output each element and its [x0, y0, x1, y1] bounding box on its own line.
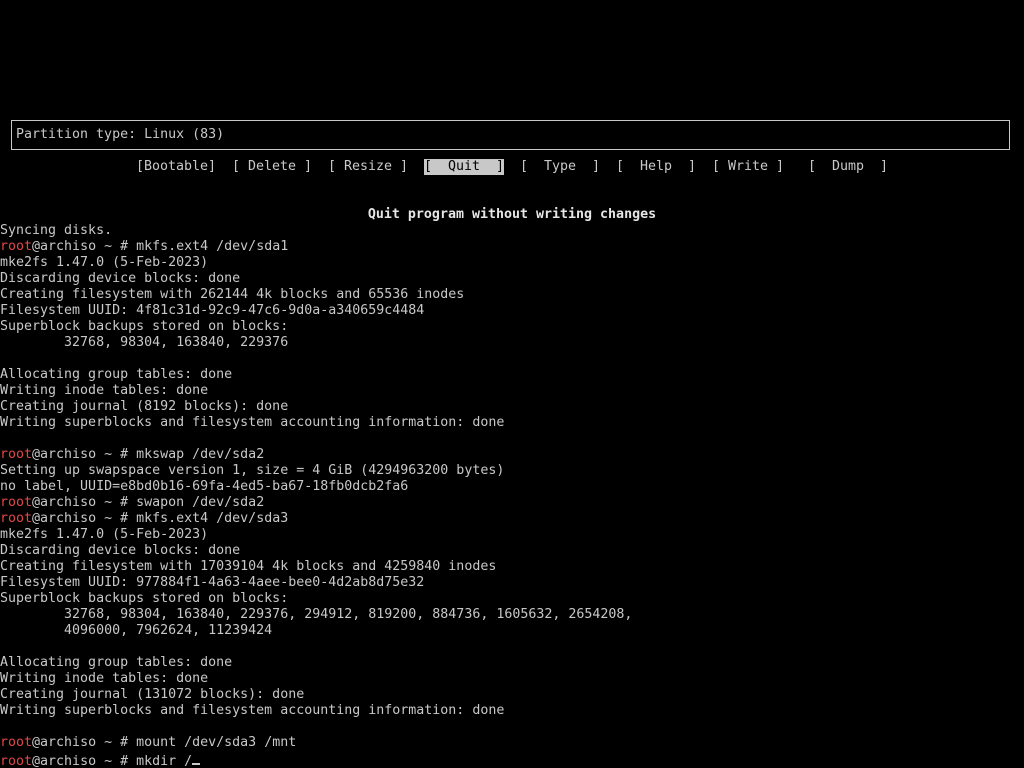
- prompt-host: @archiso ~ #: [32, 447, 137, 462]
- output-line: Discarding device blocks: done: [0, 271, 241, 286]
- menu-hint: Quit program without writing changes: [367, 207, 657, 222]
- output-line: Writing superblocks and filesystem accou…: [0, 703, 505, 718]
- terminal-screen: Partition type: Linux (83) [Bootable] [ …: [0, 0, 1024, 768]
- output-line: Creating journal (131072 blocks): done: [0, 687, 305, 702]
- output-line: mke2fs 1.47.0 (5-Feb-2023): [0, 527, 209, 542]
- output-line: Creating filesystem with 17039104 4k blo…: [0, 559, 497, 574]
- output-line: Writing inode tables: done: [0, 671, 209, 686]
- cfdisk-menu-bar: [Bootable] [ Delete ] [ Resize ] [ Quit …: [0, 159, 888, 175]
- prompt-user: root: [0, 754, 33, 768]
- output-line: 32768, 98304, 163840, 229376, 294912, 81…: [0, 607, 633, 622]
- bootable-button[interactable]: [Bootable]: [136, 159, 216, 175]
- prompt-user: root: [0, 447, 33, 462]
- output-line: Creating journal (8192 blocks): done: [0, 399, 289, 414]
- output-line: Setting up swapspace version 1, size = 4…: [0, 463, 505, 478]
- output-line: Filesystem UUID: 977884f1-4a63-4aee-bee0…: [0, 575, 425, 590]
- prompt-user: root: [0, 511, 33, 526]
- output-line: Allocating group tables: done: [0, 655, 233, 670]
- command-line: root@archiso ~ # mkfs.ext4 /dev/sda1: [0, 239, 1024, 255]
- output-line: Superblock backups stored on blocks:: [0, 319, 289, 334]
- prompt-user: root: [0, 239, 33, 254]
- command-line: root@archiso ~ # mkswap /dev/sda2: [0, 447, 1024, 463]
- text-cursor: [192, 751, 201, 765]
- terminal-output[interactable]: Syncing disks. root@archiso ~ # mkfs.ext…: [0, 223, 1024, 768]
- type-button[interactable]: [ Type ]: [520, 159, 600, 175]
- output-line: Writing inode tables: done: [0, 383, 209, 398]
- command-line: root@archiso ~ # mkdir /: [0, 751, 1024, 768]
- output-line: Discarding device blocks: done: [0, 543, 241, 558]
- command-text: mkfs.ext4 /dev/sda3: [136, 511, 289, 526]
- command-line: root@archiso ~ # mount /dev/sda3 /mnt: [0, 735, 1024, 751]
- output-line: 4096000, 7962624, 11239424: [0, 623, 273, 638]
- resize-button[interactable]: [ Resize ]: [328, 159, 408, 175]
- output-line: 32768, 98304, 163840, 229376: [0, 335, 289, 350]
- delete-button[interactable]: [ Delete ]: [232, 159, 312, 175]
- command-line: root@archiso ~ # swapon /dev/sda2: [0, 495, 1024, 511]
- partition-type-box: Partition type: Linux (83): [11, 120, 1010, 150]
- command-text: mkdir /: [136, 754, 193, 768]
- output-line: Filesystem UUID: 4f81c31d-92c9-47c6-9d0a…: [0, 303, 425, 318]
- output-line: mke2fs 1.47.0 (5-Feb-2023): [0, 255, 209, 270]
- write-button[interactable]: [ Write ]: [712, 159, 784, 175]
- output-line: Writing superblocks and filesystem accou…: [0, 415, 505, 430]
- output-line: Superblock backups stored on blocks:: [0, 591, 289, 606]
- command-line: root@archiso ~ # mkfs.ext4 /dev/sda3: [0, 511, 1024, 527]
- help-button[interactable]: [ Help ]: [616, 159, 696, 175]
- command-text: mkfs.ext4 /dev/sda1: [136, 239, 289, 254]
- output-line: Allocating group tables: done: [0, 367, 233, 382]
- command-text: mkswap /dev/sda2: [136, 447, 265, 462]
- prompt-user: root: [0, 495, 33, 510]
- output-line: Syncing disks.: [0, 223, 113, 238]
- prompt-host: @archiso ~ #: [32, 735, 137, 750]
- quit-button[interactable]: [ Quit ]: [424, 159, 505, 175]
- prompt-host: @archiso ~ #: [32, 239, 137, 254]
- dump-button[interactable]: [ Dump ]: [808, 159, 888, 175]
- command-text: mount /dev/sda3 /mnt: [136, 735, 297, 750]
- prompt-user: root: [0, 735, 33, 750]
- output-line: Creating filesystem with 262144 4k block…: [0, 287, 465, 302]
- prompt-host: @archiso ~ #: [32, 495, 137, 510]
- output-line: no label, UUID=e8bd0b16-69fa-4ed5-ba67-1…: [0, 479, 409, 494]
- partition-type-text: Partition type: Linux (83): [16, 127, 225, 142]
- prompt-host: @archiso ~ #: [32, 511, 137, 526]
- prompt-host: @archiso ~ #: [32, 754, 137, 768]
- command-text: swapon /dev/sda2: [136, 495, 265, 510]
